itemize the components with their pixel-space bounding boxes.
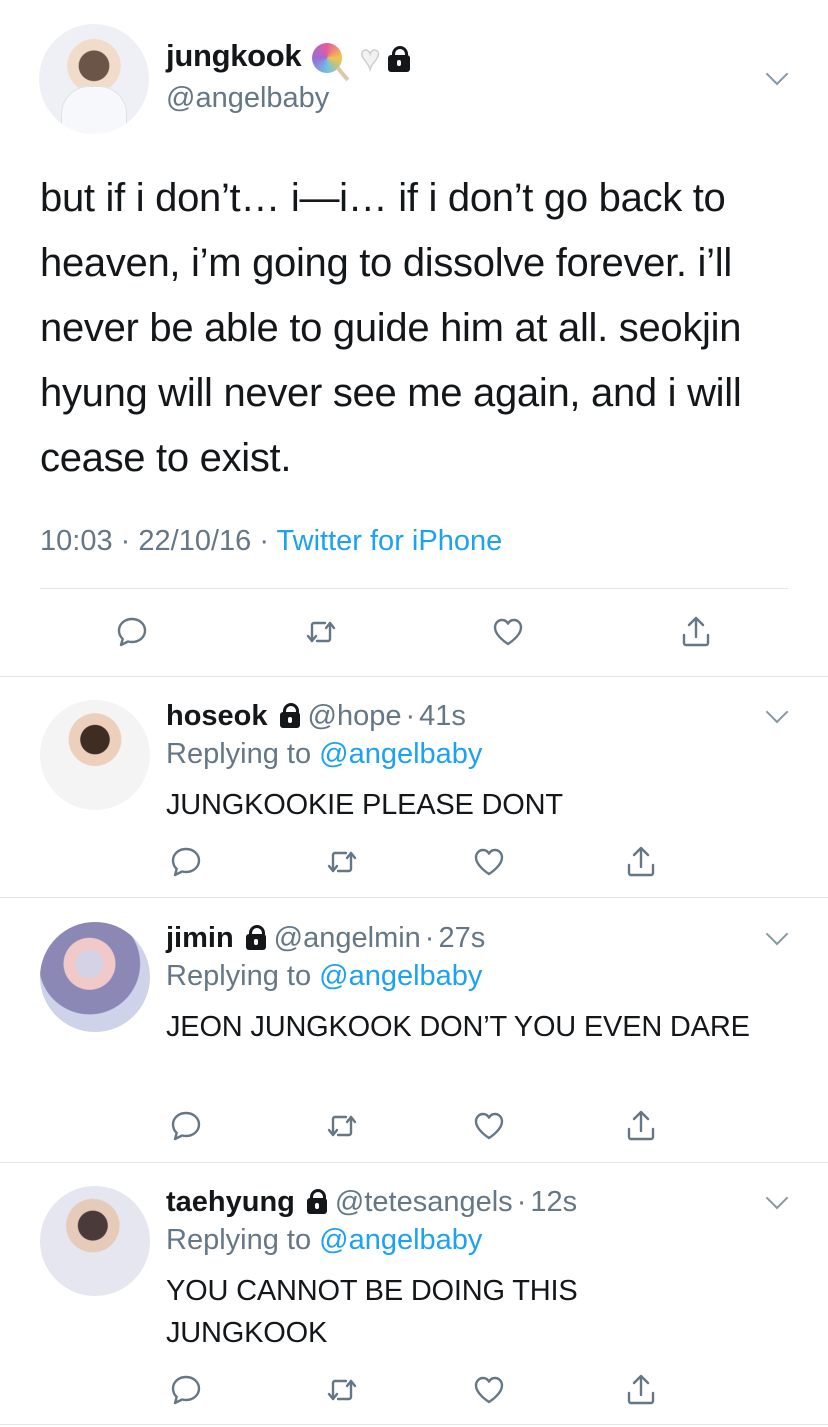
lock-icon bbox=[306, 1189, 327, 1214]
replying-to-label: Replying to bbox=[166, 960, 312, 992]
reply-header: hoseok @hope · 41s bbox=[166, 696, 466, 736]
retweet-button[interactable] bbox=[322, 1370, 362, 1410]
retweet-icon bbox=[327, 851, 357, 873]
like-button[interactable] bbox=[488, 612, 528, 652]
avatar[interactable] bbox=[40, 922, 150, 1032]
retweet-icon bbox=[327, 1379, 357, 1401]
retweet-icon bbox=[327, 1115, 357, 1137]
tweet-time: 10:03 bbox=[40, 525, 113, 557]
tweet-actions bbox=[0, 612, 828, 652]
chevron-down-icon[interactable] bbox=[765, 700, 789, 724]
reply-button[interactable] bbox=[166, 842, 206, 882]
author-handle[interactable]: @tetesangels bbox=[335, 1186, 513, 1219]
share-icon bbox=[627, 846, 655, 877]
name-emojis: ♥ bbox=[312, 38, 411, 78]
share-icon bbox=[627, 1110, 655, 1141]
reply-header: jimin @angelmin · 27s bbox=[166, 918, 485, 958]
reply-icon bbox=[171, 1375, 201, 1405]
reply-header: taehyung @tetesangels · 12s bbox=[166, 1182, 577, 1222]
like-button[interactable] bbox=[469, 1106, 509, 1146]
mention-link[interactable]: @angelbaby bbox=[319, 738, 482, 770]
author-handle[interactable]: @angelbaby bbox=[166, 82, 329, 115]
tweet-meta: 10:03 · 22/10/16 · Twitter for iPhone bbox=[40, 525, 502, 558]
like-icon bbox=[493, 618, 523, 646]
avatar[interactable] bbox=[40, 700, 150, 810]
divider bbox=[0, 897, 828, 898]
avatar[interactable] bbox=[39, 24, 149, 134]
author-handle[interactable]: @angelmin bbox=[274, 922, 421, 955]
reply-tweet[interactable]: taehyung @tetesangels · 12s Replying to … bbox=[0, 1182, 828, 1422]
meta-separator: · bbox=[516, 1185, 527, 1218]
lollipop-emoji bbox=[312, 43, 342, 73]
share-icon bbox=[682, 616, 710, 647]
reply-icon bbox=[171, 847, 201, 877]
like-button[interactable] bbox=[469, 1370, 509, 1410]
retweet-button[interactable] bbox=[322, 842, 362, 882]
replying-to: Replying to @angelbaby bbox=[166, 1224, 482, 1257]
author-name[interactable]: jungkook bbox=[166, 38, 302, 74]
chevron-down-icon[interactable] bbox=[765, 62, 789, 86]
retweet-icon bbox=[306, 621, 336, 643]
reply-text: YOU CANNOT BE DOING THIS JUNGKOOK bbox=[166, 1275, 578, 1349]
reply-actions bbox=[0, 1370, 828, 1410]
reply-tweet[interactable]: hoseok @hope · 41s Replying to @angelbab… bbox=[0, 696, 828, 897]
replying-to-label: Replying to bbox=[166, 1224, 312, 1256]
meta-separator: · bbox=[120, 525, 131, 557]
reply-actions bbox=[0, 1106, 828, 1146]
mention-link[interactable]: @angelbaby bbox=[319, 960, 482, 992]
reply-icon bbox=[117, 617, 147, 647]
divider bbox=[0, 676, 828, 677]
share-button[interactable] bbox=[621, 1106, 661, 1146]
main-tweet: jungkook ♥ @angelbaby but if i don’t… i—… bbox=[0, 0, 828, 676]
mention-link[interactable]: @angelbaby bbox=[319, 1224, 482, 1256]
chevron-down-icon[interactable] bbox=[765, 1186, 789, 1210]
chevron-down-icon[interactable] bbox=[765, 922, 789, 946]
replying-to-label: Replying to bbox=[166, 738, 312, 770]
meta-separator: · bbox=[259, 525, 269, 557]
reply-text: JEON JUNGKOOK DON’T YOU EVEN DARE bbox=[166, 1011, 750, 1043]
reply-button[interactable] bbox=[112, 612, 152, 652]
reply-time: 12s bbox=[530, 1185, 578, 1218]
like-icon bbox=[474, 1376, 504, 1404]
divider bbox=[40, 588, 788, 589]
lock-icon bbox=[245, 925, 266, 950]
author-name[interactable]: taehyung bbox=[166, 1186, 295, 1219]
share-button[interactable] bbox=[676, 612, 716, 652]
avatar[interactable] bbox=[40, 1186, 150, 1296]
share-button[interactable] bbox=[621, 842, 661, 882]
tweet-source-link[interactable]: Twitter for iPhone bbox=[277, 525, 503, 557]
meta-separator: · bbox=[424, 921, 435, 954]
tweet-date: 22/10/16 bbox=[138, 525, 252, 557]
reply-time: 41s bbox=[419, 699, 466, 732]
author-name[interactable]: jimin bbox=[166, 922, 234, 955]
like-button[interactable] bbox=[469, 842, 509, 882]
share-icon bbox=[627, 1374, 655, 1405]
reply-button[interactable] bbox=[166, 1106, 206, 1146]
reply-tweet[interactable]: jimin @angelmin · 27s Replying to @angel… bbox=[0, 918, 828, 1162]
reply-actions bbox=[0, 842, 828, 882]
retweet-button[interactable] bbox=[301, 612, 341, 652]
tweet-text: but if i don’t… i—i… if i don’t go back … bbox=[40, 176, 742, 480]
lock-icon bbox=[279, 703, 300, 728]
reply-button[interactable] bbox=[166, 1370, 206, 1410]
retweet-button[interactable] bbox=[322, 1106, 362, 1146]
author-name[interactable]: hoseok bbox=[166, 700, 268, 733]
meta-separator: · bbox=[405, 699, 416, 732]
reply-text: JUNGKOOKIE PLEASE DONT bbox=[166, 789, 563, 821]
reply-icon bbox=[171, 1111, 201, 1141]
white-heart-emoji: ♥ bbox=[359, 39, 381, 77]
like-icon bbox=[474, 1112, 504, 1140]
replying-to: Replying to @angelbaby bbox=[166, 960, 482, 993]
divider bbox=[0, 1424, 828, 1425]
reply-time: 27s bbox=[438, 921, 486, 954]
like-icon bbox=[474, 848, 504, 876]
author-handle[interactable]: @hope bbox=[308, 700, 402, 733]
replying-to: Replying to @angelbaby bbox=[166, 738, 482, 771]
lock-icon bbox=[388, 45, 411, 72]
share-button[interactable] bbox=[621, 1370, 661, 1410]
divider bbox=[0, 1162, 828, 1163]
